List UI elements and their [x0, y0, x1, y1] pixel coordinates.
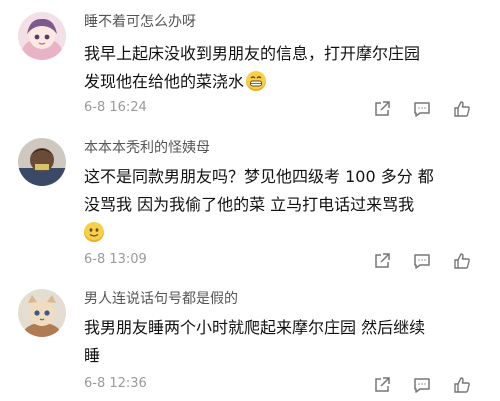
comment-icon	[414, 254, 430, 269]
avatar[interactable]	[18, 138, 66, 186]
comment-icon	[414, 102, 430, 117]
comment-text: 我男朋友睡两个小时就爬起来摩尔庄园 然后继续 睡	[84, 314, 425, 370]
comment-text: 我早上起床没收到男朋友的信息，打开摩尔庄园 发现他在给他的菜浇水	[84, 40, 420, 96]
comment-button[interactable]	[402, 250, 442, 272]
comment-line: 睡	[84, 346, 101, 365]
comment-actions	[362, 98, 482, 120]
like-button[interactable]	[442, 250, 482, 272]
like-icon	[454, 377, 470, 393]
smile-emoji-icon	[84, 222, 104, 242]
avatar[interactable]	[18, 12, 66, 60]
comment-button[interactable]	[402, 374, 442, 396]
comment-actions	[362, 374, 482, 396]
timestamp: 6-8 12:36	[84, 376, 147, 391]
like-icon	[454, 253, 470, 269]
like-button[interactable]	[442, 98, 482, 120]
share-button[interactable]	[362, 374, 402, 396]
timestamp: 6-8 13:09	[84, 252, 147, 267]
username[interactable]: 男人连说话句号都是假的	[84, 288, 238, 308]
comment-text: 这不是同款男朋友吗？梦见他四级考 100 多分 都 没骂我 因为我偷了他的菜 立…	[84, 163, 434, 247]
comment-actions	[362, 250, 482, 272]
comment-icon	[414, 378, 430, 393]
grin-emoji-icon	[246, 71, 267, 91]
comment-line	[84, 219, 434, 247]
share-icon	[375, 101, 390, 116]
username[interactable]: 本本本秃利的怪姨母	[84, 137, 210, 157]
like-icon	[454, 101, 470, 117]
timestamp: 6-8 16:24	[84, 100, 147, 115]
share-icon	[375, 377, 390, 392]
comment-line: 这不是同款男朋友吗？梦见他四级考 100 多分 都	[84, 167, 434, 186]
comment-line: 发现他在给他的菜浇水	[84, 68, 420, 96]
like-button[interactable]	[442, 374, 482, 396]
comment-line: 我男朋友睡两个小时就爬起来摩尔庄园 然后继续	[84, 318, 426, 337]
comment-button[interactable]	[402, 98, 442, 120]
share-icon	[375, 253, 390, 268]
avatar[interactable]	[18, 289, 66, 337]
comment-line: 我早上起床没收到男朋友的信息，打开摩尔庄园	[84, 44, 421, 63]
comment-line: 没骂我 因为我偷了他的菜 立马打电话过来骂我	[84, 195, 415, 214]
username[interactable]: 睡不着可怎么办呀	[84, 11, 196, 31]
share-button[interactable]	[362, 250, 402, 272]
share-button[interactable]	[362, 98, 402, 120]
